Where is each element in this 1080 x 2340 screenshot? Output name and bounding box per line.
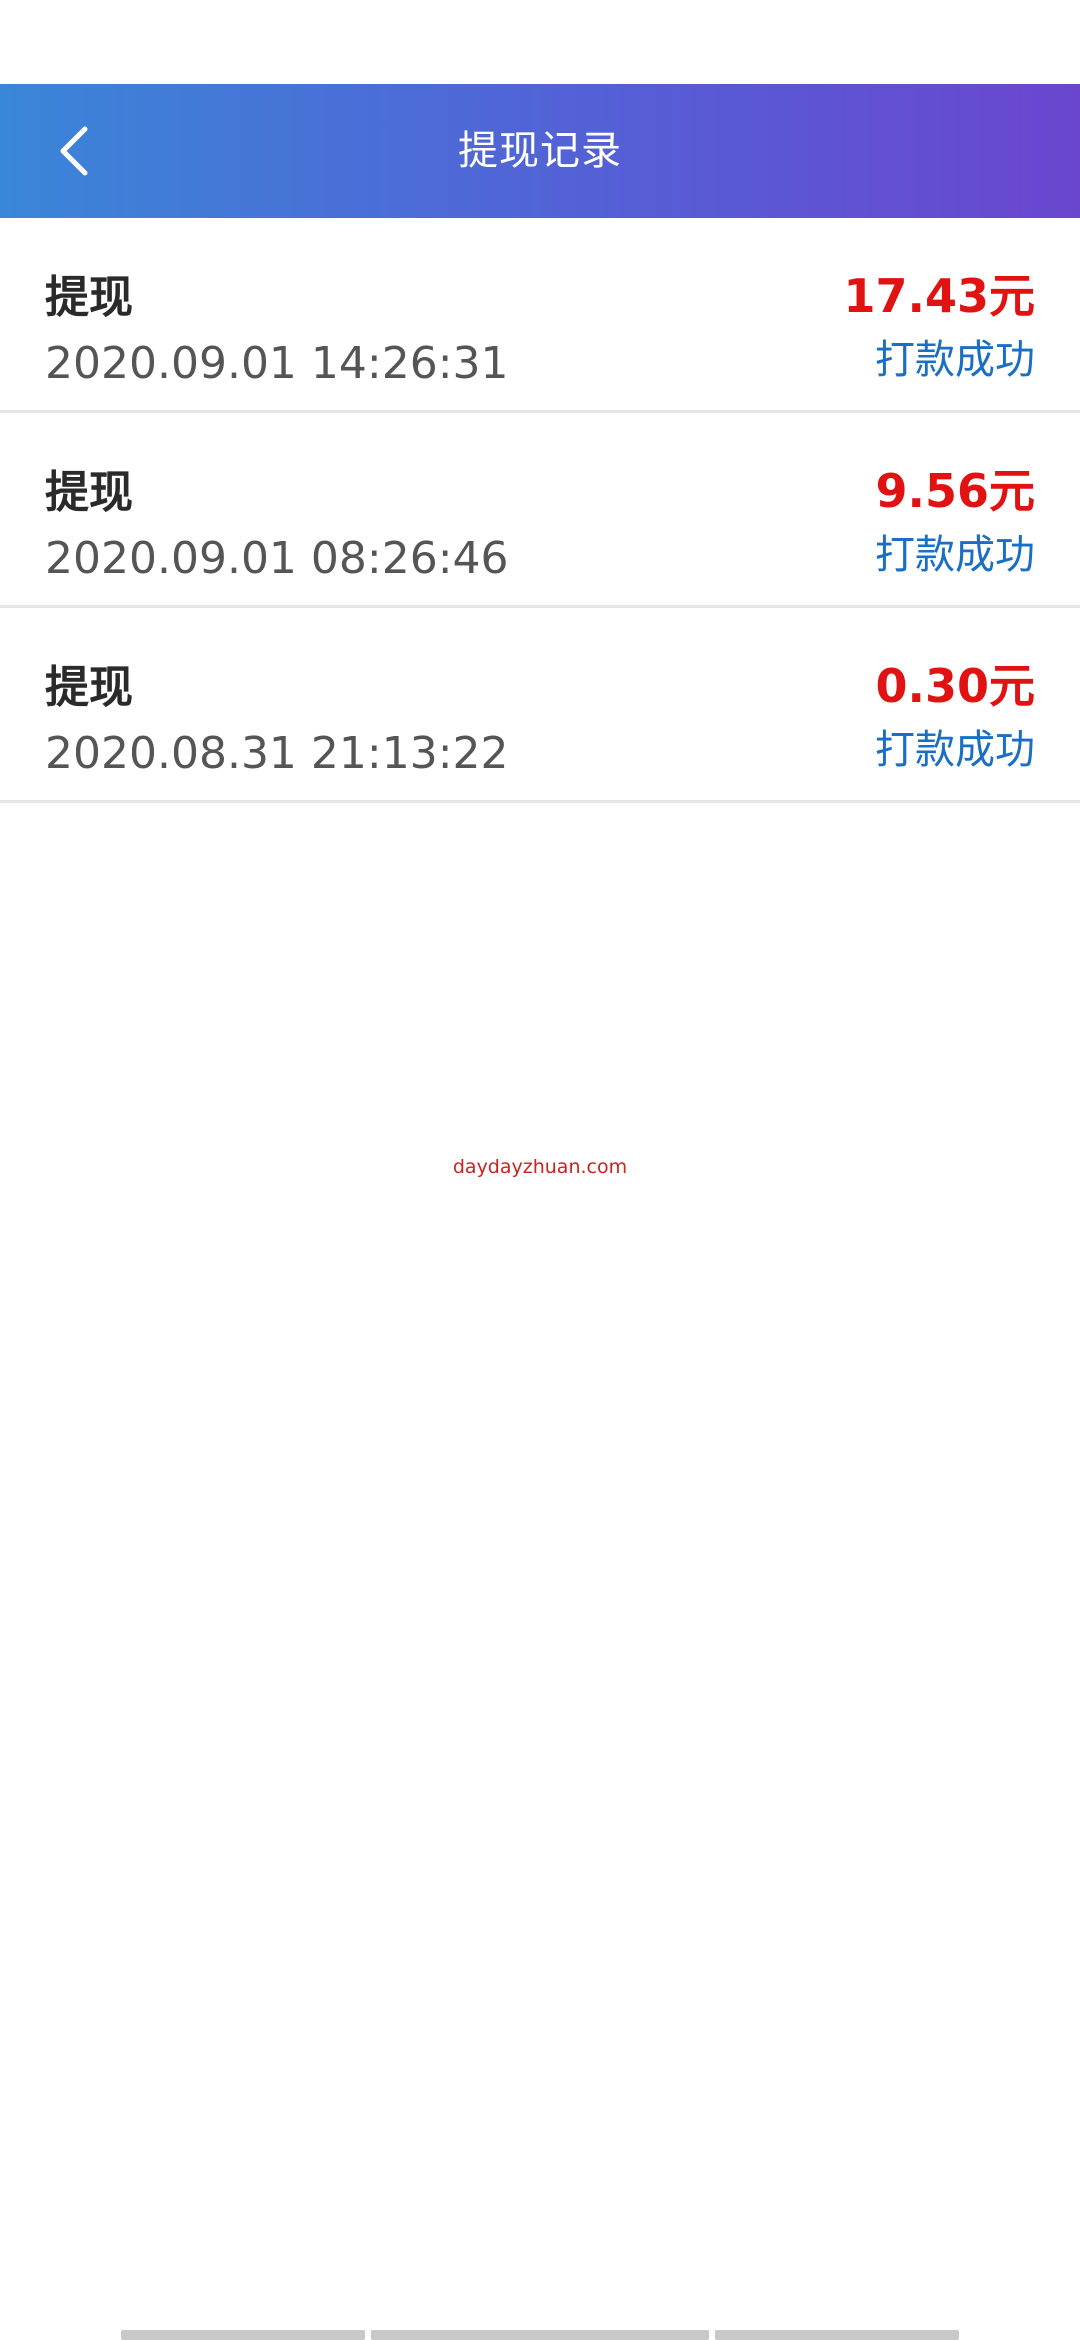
record-amount: 0.30元 bbox=[875, 659, 1036, 713]
record-type: 提现 bbox=[45, 662, 133, 713]
record-row[interactable]: 提现 2020.08.31 21:13:22 0.30元 打款成功 bbox=[0, 608, 1080, 803]
record-status: 打款成功 bbox=[875, 532, 1035, 578]
record-row[interactable]: 提现 2020.09.01 14:26:31 17.43元 打款成功 bbox=[0, 218, 1080, 413]
page-title: 提现记录 bbox=[458, 128, 622, 174]
bottom-bar bbox=[371, 2330, 709, 2340]
bottom-navigation-bars bbox=[0, 2330, 1080, 2340]
app-header: 提现记录 bbox=[0, 84, 1080, 218]
record-time: 2020.08.31 21:13:22 bbox=[45, 728, 509, 779]
record-amount: 9.56元 bbox=[875, 464, 1036, 518]
record-row[interactable]: 提现 2020.09.01 08:26:46 9.56元 打款成功 bbox=[0, 413, 1080, 608]
bottom-bar bbox=[121, 2330, 365, 2340]
record-status: 打款成功 bbox=[875, 337, 1035, 383]
bottom-bar bbox=[715, 2330, 959, 2340]
status-bar bbox=[0, 0, 1080, 84]
record-type: 提现 bbox=[45, 467, 133, 518]
record-time: 2020.09.01 14:26:31 bbox=[45, 338, 509, 389]
withdrawal-record-list: 提现 2020.09.01 14:26:31 17.43元 打款成功 提现 20… bbox=[0, 218, 1080, 803]
record-time: 2020.09.01 08:26:46 bbox=[45, 533, 509, 584]
record-amount: 17.43元 bbox=[843, 269, 1035, 323]
record-type: 提现 bbox=[45, 272, 133, 323]
watermark-text: daydayzhuan.com bbox=[452, 1156, 628, 1178]
record-status: 打款成功 bbox=[875, 727, 1035, 773]
